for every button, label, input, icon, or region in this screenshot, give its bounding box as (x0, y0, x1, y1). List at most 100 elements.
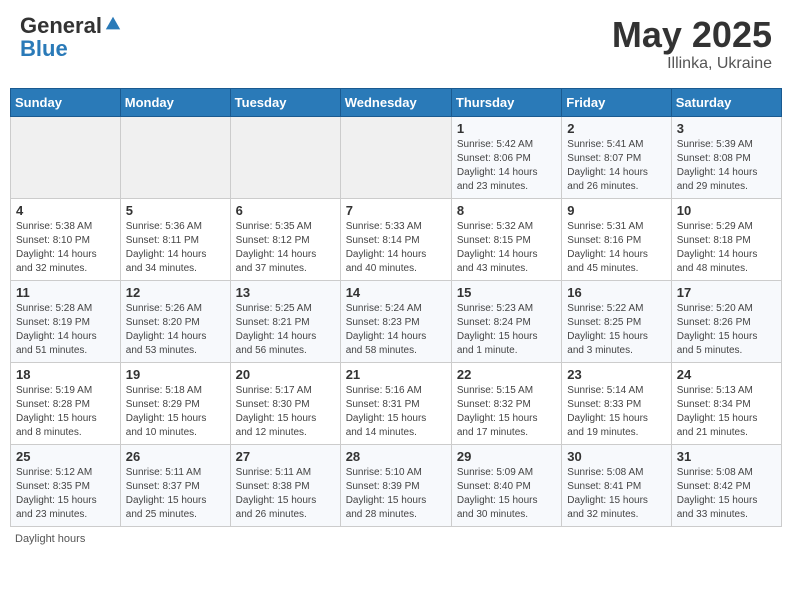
day-info: Sunrise: 5:24 AM Sunset: 8:23 PM Dayligh… (346, 302, 446, 358)
day-info: Sunrise: 5:33 AM Sunset: 8:14 PM Dayligh… (346, 220, 446, 276)
day-number: 26 (126, 449, 225, 464)
calendar-day-cell: 5 Sunrise: 5:36 AM Sunset: 8:11 PM Daylig… (120, 198, 230, 280)
day-info: Sunrise: 5:36 AM Sunset: 8:11 PM Dayligh… (126, 220, 225, 276)
calendar-day-cell: 19 Sunrise: 5:18 AM Sunset: 8:29 PM Dayli… (120, 362, 230, 444)
day-number: 13 (236, 285, 335, 300)
calendar-col-wednesday: Wednesday (340, 88, 451, 116)
day-number: 19 (126, 367, 225, 382)
calendar-week-4: 18 Sunrise: 5:19 AM Sunset: 8:28 PM Dayli… (11, 362, 782, 444)
logo-general: General (20, 13, 102, 38)
day-number: 10 (677, 203, 776, 218)
day-info: Sunrise: 5:08 AM Sunset: 8:42 PM Dayligh… (677, 466, 776, 522)
day-number: 28 (346, 449, 446, 464)
day-number: 25 (16, 449, 115, 464)
calendar-day-cell: 24Sunrise: 5:13 AM Sunset: 8:34 PM Dayli… (671, 362, 781, 444)
day-number: 8 (457, 203, 556, 218)
calendar-day-cell (120, 116, 230, 198)
calendar-day-cell: 22 Sunrise: 5:15 AM Sunset: 8:32 PM Dayli… (451, 362, 561, 444)
calendar-col-monday: Monday (120, 88, 230, 116)
calendar-day-cell: 4 Sunrise: 5:38 AM Sunset: 8:10 PM Daylig… (11, 198, 121, 280)
calendar-day-cell: 10Sunrise: 5:29 AM Sunset: 8:18 PM Dayli… (671, 198, 781, 280)
logo: General Blue (20, 15, 122, 61)
day-number: 9 (567, 203, 665, 218)
day-number: 30 (567, 449, 665, 464)
day-number: 7 (346, 203, 446, 218)
calendar-day-cell: 9Sunrise: 5:31 AM Sunset: 8:16 PM Daylig… (562, 198, 671, 280)
day-info: Sunrise: 5:42 AM Sunset: 8:06 PM Dayligh… (457, 138, 556, 194)
day-info: Sunrise: 5:41 AM Sunset: 8:07 PM Dayligh… (567, 138, 665, 194)
day-number: 27 (236, 449, 335, 464)
calendar-day-cell: 30 Sunrise: 5:08 AM Sunset: 8:41 PM Dayli… (562, 444, 671, 526)
calendar-day-cell (340, 116, 451, 198)
day-number: 11 (16, 285, 115, 300)
day-info: Sunrise: 5:08 AM Sunset: 8:41 PM Dayligh… (567, 466, 665, 522)
day-number: 5 (126, 203, 225, 218)
day-info: Sunrise: 5:22 AM Sunset: 8:25 PM Dayligh… (567, 302, 665, 358)
day-info: Sunrise: 5:10 AM Sunset: 8:39 PM Dayligh… (346, 466, 446, 522)
day-number: 22 (457, 367, 556, 382)
logo-blue: Blue (20, 36, 68, 61)
calendar-day-cell: 16 Sunrise: 5:22 AM Sunset: 8:25 PM Dayli… (562, 280, 671, 362)
title-block: May 2025 Illinka, Ukraine (612, 15, 772, 73)
calendar-col-sunday: Sunday (11, 88, 121, 116)
calendar-day-cell: 23Sunrise: 5:14 AM Sunset: 8:33 PM Dayli… (562, 362, 671, 444)
calendar-day-cell: 2 Sunrise: 5:41 AM Sunset: 8:07 PM Daylig… (562, 116, 671, 198)
calendar-col-friday: Friday (562, 88, 671, 116)
day-info: Sunrise: 5:17 AM Sunset: 8:30 PM Dayligh… (236, 384, 335, 440)
day-info: Sunrise: 5:35 AM Sunset: 8:12 PM Dayligh… (236, 220, 335, 276)
page-title: May 2025 (612, 15, 772, 55)
day-info: Sunrise: 5:20 AM Sunset: 8:26 PM Dayligh… (677, 302, 776, 358)
day-info: Sunrise: 5:14 AM Sunset: 8:33 PM Dayligh… (567, 384, 665, 440)
day-info: Sunrise: 5:15 AM Sunset: 8:32 PM Dayligh… (457, 384, 556, 440)
day-number: 29 (457, 449, 556, 464)
page-subtitle: Illinka, Ukraine (612, 55, 772, 73)
day-info: Sunrise: 5:18 AM Sunset: 8:29 PM Dayligh… (126, 384, 225, 440)
day-info: Sunrise: 5:28 AM Sunset: 8:19 PM Dayligh… (16, 302, 115, 358)
calendar-day-cell: 6 Sunrise: 5:35 AM Sunset: 8:12 PM Daylig… (230, 198, 340, 280)
logo-icon (104, 15, 122, 33)
day-number: 4 (16, 203, 115, 218)
calendar-day-cell: 29 Sunrise: 5:09 AM Sunset: 8:40 PM Dayli… (451, 444, 561, 526)
footer-text: Daylight hours (15, 533, 85, 545)
calendar-day-cell (230, 116, 340, 198)
day-number: 18 (16, 367, 115, 382)
calendar-week-2: 4 Sunrise: 5:38 AM Sunset: 8:10 PM Daylig… (11, 198, 782, 280)
day-info: Sunrise: 5:16 AM Sunset: 8:31 PM Dayligh… (346, 384, 446, 440)
calendar-day-cell: 15Sunrise: 5:23 AM Sunset: 8:24 PM Dayli… (451, 280, 561, 362)
calendar-day-cell: 13Sunrise: 5:25 AM Sunset: 8:21 PM Dayli… (230, 280, 340, 362)
footer: Daylight hours (10, 533, 782, 545)
calendar-day-cell: 20Sunrise: 5:17 AM Sunset: 8:30 PM Dayli… (230, 362, 340, 444)
calendar-day-cell: 7 Sunrise: 5:33 AM Sunset: 8:14 PM Daylig… (340, 198, 451, 280)
day-info: Sunrise: 5:32 AM Sunset: 8:15 PM Dayligh… (457, 220, 556, 276)
day-info: Sunrise: 5:09 AM Sunset: 8:40 PM Dayligh… (457, 466, 556, 522)
day-info: Sunrise: 5:11 AM Sunset: 8:38 PM Dayligh… (236, 466, 335, 522)
day-number: 16 (567, 285, 665, 300)
day-info: Sunrise: 5:39 AM Sunset: 8:08 PM Dayligh… (677, 138, 776, 194)
calendar-col-thursday: Thursday (451, 88, 561, 116)
calendar-day-cell: 14Sunrise: 5:24 AM Sunset: 8:23 PM Dayli… (340, 280, 451, 362)
day-number: 1 (457, 121, 556, 136)
calendar-day-cell: 25 Sunrise: 5:12 AM Sunset: 8:35 PM Dayli… (11, 444, 121, 526)
calendar-day-cell: 18 Sunrise: 5:19 AM Sunset: 8:28 PM Dayli… (11, 362, 121, 444)
calendar-day-cell: 12 Sunrise: 5:26 AM Sunset: 8:20 PM Dayli… (120, 280, 230, 362)
day-info: Sunrise: 5:38 AM Sunset: 8:10 PM Dayligh… (16, 220, 115, 276)
day-info: Sunrise: 5:13 AM Sunset: 8:34 PM Dayligh… (677, 384, 776, 440)
calendar-week-1: 1 Sunrise: 5:42 AM Sunset: 8:06 PM Daylig… (11, 116, 782, 198)
calendar-day-cell: 28 Sunrise: 5:10 AM Sunset: 8:39 PM Dayli… (340, 444, 451, 526)
calendar-day-cell: 8 Sunrise: 5:32 AM Sunset: 8:15 PM Daylig… (451, 198, 561, 280)
calendar-day-cell: 27 Sunrise: 5:11 AM Sunset: 8:38 PM Dayli… (230, 444, 340, 526)
day-info: Sunrise: 5:19 AM Sunset: 8:28 PM Dayligh… (16, 384, 115, 440)
day-number: 6 (236, 203, 335, 218)
calendar-day-cell: 17Sunrise: 5:20 AM Sunset: 8:26 PM Dayli… (671, 280, 781, 362)
day-number: 2 (567, 121, 665, 136)
calendar-day-cell: 26 Sunrise: 5:11 AM Sunset: 8:37 PM Dayli… (120, 444, 230, 526)
day-info: Sunrise: 5:26 AM Sunset: 8:20 PM Dayligh… (126, 302, 225, 358)
day-number: 3 (677, 121, 776, 136)
day-number: 12 (126, 285, 225, 300)
day-info: Sunrise: 5:12 AM Sunset: 8:35 PM Dayligh… (16, 466, 115, 522)
calendar-day-cell: 31Sunrise: 5:08 AM Sunset: 8:42 PM Dayli… (671, 444, 781, 526)
calendar-day-cell: 1 Sunrise: 5:42 AM Sunset: 8:06 PM Daylig… (451, 116, 561, 198)
calendar-col-saturday: Saturday (671, 88, 781, 116)
day-number: 21 (346, 367, 446, 382)
day-info: Sunrise: 5:11 AM Sunset: 8:37 PM Dayligh… (126, 466, 225, 522)
